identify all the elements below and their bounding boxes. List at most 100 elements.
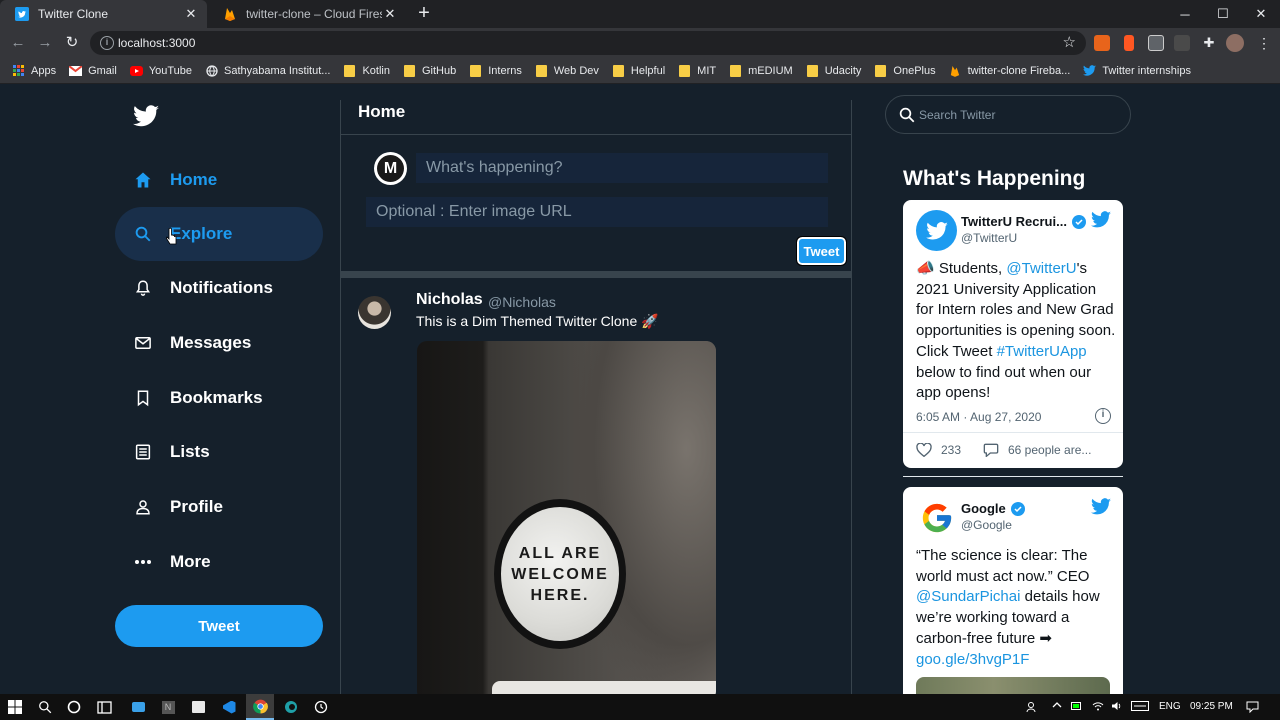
- site-info-icon[interactable]: i: [100, 36, 114, 50]
- bookmark-star-icon[interactable]: ☆: [1063, 33, 1076, 51]
- card-author-handle[interactable]: @TwitterU: [961, 231, 1017, 245]
- clock[interactable]: 09:25 PM: [1190, 701, 1233, 712]
- cortana-icon[interactable]: [65, 698, 83, 716]
- embedded-tweet-card[interactable]: TwitterU Recrui... @TwitterU 📣 Students,…: [903, 200, 1123, 468]
- composer-tweet-button[interactable]: Tweet: [796, 236, 847, 266]
- google-logo-icon[interactable]: [916, 497, 957, 538]
- sidebar-item-more[interactable]: More: [115, 535, 323, 589]
- twitter-bird-icon[interactable]: [1091, 211, 1111, 228]
- embedded-tweet-card[interactable]: Google @Google “The science is clear: Th…: [903, 487, 1123, 694]
- mention-link[interactable]: @SundarPichai: [916, 588, 1020, 605]
- sidebar-item-profile[interactable]: Profile: [115, 480, 323, 534]
- tab-firestore[interactable]: twitter-clone – Cloud Firestore – ✕: [208, 0, 406, 28]
- extension-icon[interactable]: [1148, 35, 1164, 51]
- bookmark-interns[interactable]: Interns: [469, 64, 522, 77]
- extension-icon[interactable]: [1124, 35, 1134, 51]
- notifications-icon[interactable]: [1246, 701, 1259, 716]
- search-box[interactable]: [885, 95, 1131, 134]
- post-handle[interactable]: @Nicholas: [488, 294, 556, 310]
- app-icon[interactable]: [129, 698, 147, 716]
- sidebar-item-messages[interactable]: Messages: [115, 316, 323, 370]
- card-body: “The science is clear: The world must ac…: [916, 547, 1100, 668]
- twitter-bird-icon[interactable]: [1091, 498, 1111, 515]
- task-view-icon[interactable]: [95, 698, 113, 716]
- back-icon[interactable]: ←: [7, 33, 29, 53]
- search-icon[interactable]: [36, 698, 54, 716]
- url-link[interactable]: goo.gle/3hvgP1F: [916, 651, 1029, 668]
- bookmark-kotlin[interactable]: Kotlin: [343, 64, 390, 77]
- bookmark-mit[interactable]: MIT: [678, 64, 716, 77]
- puzzle-extensions-icon[interactable]: ✚: [1201, 35, 1217, 51]
- post-image[interactable]: ALL ARE WELCOME HERE.: [417, 341, 716, 694]
- sidebar-item-bookmarks[interactable]: Bookmarks: [115, 371, 323, 425]
- extension-icon[interactable]: [1174, 35, 1190, 51]
- menu-kebab-icon[interactable]: ⋮: [1256, 35, 1272, 51]
- avatar[interactable]: [916, 210, 957, 251]
- bookmark-helpful[interactable]: Helpful: [612, 64, 665, 77]
- keyboard-icon[interactable]: [1131, 701, 1149, 714]
- close-tab-icon[interactable]: ✕: [183, 6, 199, 22]
- edge-icon[interactable]: [282, 698, 300, 716]
- card-media-thumbnail[interactable]: [916, 677, 1110, 694]
- bookmark-sathyabama[interactable]: Sathyabama Institut...: [205, 64, 330, 77]
- heart-icon: [916, 443, 932, 457]
- avatar[interactable]: [358, 296, 391, 329]
- hashtag-link[interactable]: #TwitterUApp: [997, 343, 1087, 360]
- extension-icon[interactable]: [1094, 35, 1110, 51]
- maximize-icon[interactable]: ☐: [1204, 0, 1242, 28]
- post-display-name[interactable]: Nicholas: [416, 291, 483, 309]
- card-timestamp[interactable]: 6:05 AM · Aug 27, 2020: [916, 410, 1041, 424]
- clock-app-icon[interactable]: [312, 698, 330, 716]
- onenote-icon[interactable]: N: [159, 698, 177, 716]
- people-icon[interactable]: [1026, 701, 1038, 716]
- card-author-name[interactable]: Google: [961, 501, 1025, 516]
- bookmark-twitter-internships[interactable]: Twitter internships: [1083, 64, 1191, 77]
- like-stat[interactable]: 233: [916, 443, 961, 457]
- vscode-icon[interactable]: [220, 698, 238, 716]
- post[interactable]: Nicholas @Nicholas This is a Dim Themed …: [341, 278, 852, 694]
- bookmark-apps[interactable]: Apps: [12, 64, 56, 77]
- reply-stat[interactable]: 66 people are...: [983, 443, 1091, 457]
- language-indicator[interactable]: ENG: [1159, 701, 1181, 712]
- card-author-handle[interactable]: @Google: [961, 518, 1012, 532]
- wifi-icon[interactable]: [1092, 701, 1104, 714]
- volume-icon[interactable]: [1111, 701, 1123, 714]
- bookmark-udacity[interactable]: Udacity: [806, 64, 861, 77]
- close-tab-icon[interactable]: ✕: [382, 6, 398, 22]
- card-body: 📣 Students, @TwitterU's 2021 University …: [916, 260, 1116, 402]
- close-window-icon[interactable]: ✕: [1242, 0, 1280, 28]
- search-input[interactable]: [919, 104, 1119, 126]
- minimize-icon[interactable]: ─: [1166, 0, 1204, 28]
- chevron-up-icon[interactable]: [1052, 701, 1062, 712]
- avatar: M: [374, 152, 407, 185]
- card-author-name[interactable]: TwitterU Recrui...: [961, 214, 1086, 229]
- bookmark-github[interactable]: GitHub: [403, 64, 456, 77]
- windows-start-icon[interactable]: [6, 698, 24, 716]
- sidebar-item-home[interactable]: Home: [115, 153, 323, 207]
- bookmark-gmail[interactable]: Gmail: [69, 64, 117, 77]
- forward-icon[interactable]: →: [34, 33, 56, 53]
- store-icon[interactable]: [189, 698, 207, 716]
- bookmark-youtube[interactable]: YouTube: [129, 64, 192, 77]
- sidebar-item-lists[interactable]: Lists: [115, 425, 323, 479]
- address-bar[interactable]: i localhost:3000 ☆: [90, 31, 1086, 55]
- sidebar-item-notifications[interactable]: Notifications: [115, 261, 323, 315]
- reload-icon[interactable]: ↻: [61, 33, 83, 53]
- new-tab-button[interactable]: +: [414, 3, 434, 24]
- sidebar-item-explore[interactable]: Explore: [115, 207, 323, 261]
- info-icon[interactable]: i: [1095, 408, 1111, 424]
- chrome-icon[interactable]: [246, 694, 274, 720]
- bookmark-firebase[interactable]: twitter-clone Fireba...: [949, 64, 1070, 77]
- profile-avatar-icon[interactable]: [1226, 34, 1244, 52]
- sidebar-tweet-button[interactable]: Tweet: [115, 605, 323, 647]
- image-url-input[interactable]: [366, 197, 828, 227]
- tweet-input[interactable]: [416, 153, 828, 183]
- twitter-clone-app: Home Explore Notifications Messages Book: [0, 85, 1280, 694]
- bookmark-medium[interactable]: mEDIUM: [729, 64, 793, 77]
- twitter-logo-icon[interactable]: [133, 105, 159, 131]
- bookmark-web-dev[interactable]: Web Dev: [535, 64, 599, 77]
- mention-link[interactable]: @TwitterU: [1006, 260, 1076, 277]
- tab-twitter-clone[interactable]: Twitter Clone ✕: [0, 0, 207, 28]
- bookmark-oneplus[interactable]: OnePlus: [874, 64, 936, 77]
- battery-icon[interactable]: [1071, 701, 1083, 714]
